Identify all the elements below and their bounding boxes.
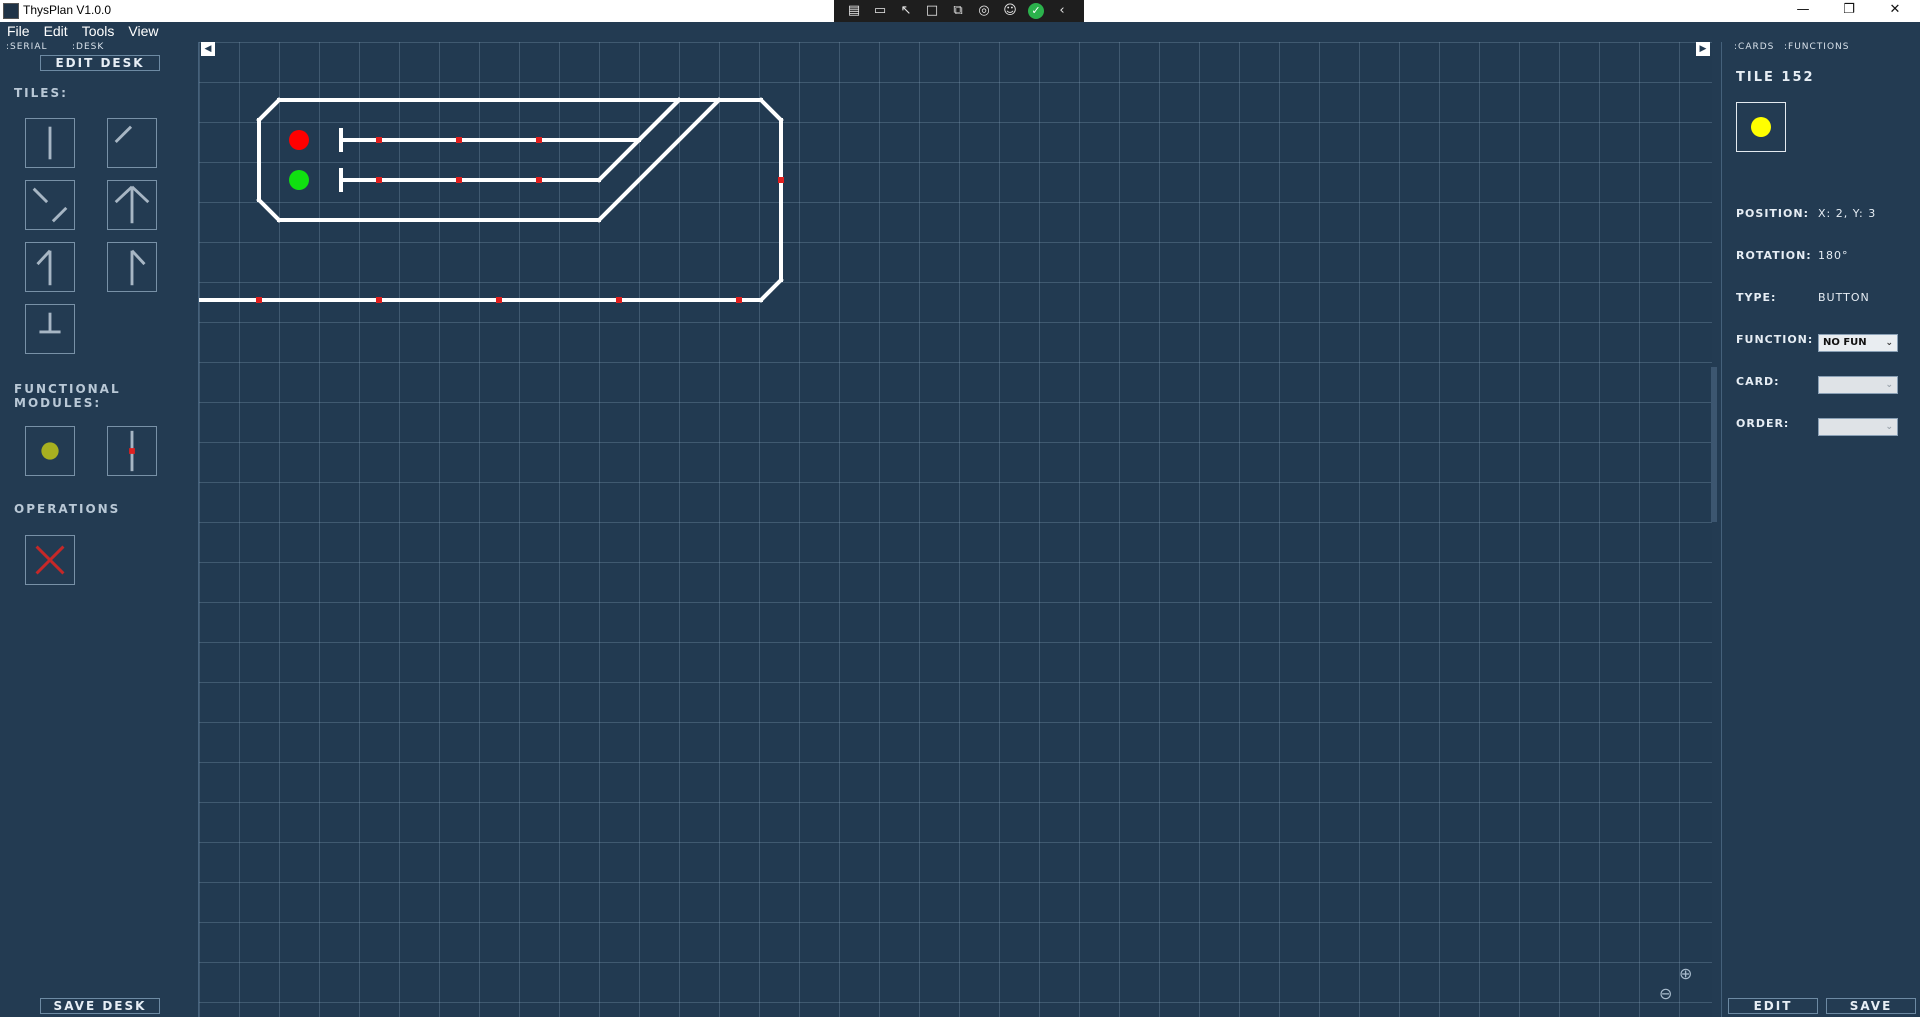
camera-icon[interactable]: ▭ [872, 3, 888, 19]
sensor[interactable] [456, 177, 462, 183]
tile-buffer[interactable] [25, 304, 75, 354]
tab-functions[interactable]: :FUNCTIONS [1784, 42, 1850, 52]
screen-icon[interactable]: ▤ [846, 3, 862, 19]
track-corner-br[interactable] [758, 277, 784, 303]
tile-diagonal-split[interactable] [25, 180, 75, 230]
window-title: ThysPlan V1.0.0 [23, 3, 112, 17]
module-sensor[interactable] [107, 426, 157, 476]
button-dot-icon [1751, 117, 1771, 137]
left-panel: :SERIAL :DESK EDIT DESK TILES: FUNCTIONA… [0, 42, 199, 1017]
restore-button[interactable]: ❐ [1826, 0, 1872, 22]
save-desk-button[interactable]: SAVE DESK [40, 998, 160, 1014]
order-select[interactable]: ⌄ [1818, 418, 1898, 436]
minimize-button[interactable]: — [1780, 0, 1826, 22]
frame-icon[interactable]: □ [924, 3, 940, 19]
save-button[interactable]: SAVE [1826, 998, 1916, 1014]
diagonal-split-icon [32, 187, 68, 223]
switch-left-icon [36, 249, 52, 286]
menu-bar: File Edit Tools View [0, 22, 1920, 42]
sensor[interactable] [736, 297, 742, 303]
sensor[interactable] [778, 177, 784, 183]
type-label: TYPE: [1736, 291, 1777, 304]
right-panel: :CARDS :FUNCTIONS TILE 152 POSITION: X: … [1721, 42, 1920, 1017]
broadcast-icon[interactable]: ◎ [976, 3, 992, 19]
buffer-stop-icon [39, 312, 61, 334]
track-corner-bl[interactable] [256, 197, 282, 223]
function-select[interactable]: NO FUN ⌄ [1818, 334, 1898, 352]
type-value: BUTTON [1818, 291, 1870, 304]
menu-file[interactable]: File [0, 22, 37, 42]
chevron-down-icon: ⌄ [1885, 338, 1893, 348]
function-label: FUNCTION: [1736, 333, 1814, 346]
close-button[interactable]: ✕ [1872, 0, 1918, 22]
capture-toolbar: ▤ ▭ ↖ □ ⧉ ◎ ☺ ✓ ‹ [834, 0, 1084, 22]
sensor[interactable] [616, 297, 622, 303]
collapse-icon[interactable]: ‹ [1054, 3, 1070, 19]
sensor[interactable] [536, 177, 542, 183]
sensor[interactable] [456, 137, 462, 143]
card-label: CARD: [1736, 375, 1780, 388]
track-corner-tl[interactable] [256, 97, 282, 123]
tile-title: TILE 152 [1736, 70, 1815, 85]
position-label: POSITION: [1736, 207, 1809, 220]
sensor[interactable] [376, 177, 382, 183]
delete-operation[interactable] [25, 535, 75, 585]
tab-serial[interactable]: :SERIAL [6, 42, 48, 52]
tile-diagonal-end[interactable] [107, 118, 157, 168]
tile-switch-right[interactable] [107, 242, 157, 292]
menu-tools[interactable]: Tools [75, 22, 122, 42]
collapse-left-icon[interactable]: ◀ [201, 42, 215, 56]
tile-preview [1736, 102, 1786, 152]
sensor-track-icon [129, 430, 135, 472]
tab-desk[interactable]: :DESK [72, 42, 104, 52]
sensor[interactable] [536, 137, 542, 143]
signal-red[interactable] [289, 130, 309, 150]
edit-button[interactable]: EDIT [1728, 998, 1818, 1014]
menu-view[interactable]: View [121, 22, 165, 42]
sensor[interactable] [376, 137, 382, 143]
rotation-label: ROTATION: [1736, 249, 1812, 262]
tile-switch-left[interactable] [25, 242, 75, 292]
straight-track-icon [48, 126, 52, 160]
button-dot-icon [41, 442, 59, 460]
menu-edit[interactable]: Edit [37, 22, 75, 42]
rotation-value: 180° [1818, 249, 1849, 262]
track-layout [199, 97, 784, 303]
check-icon[interactable]: ✓ [1028, 3, 1044, 19]
tiles-label: TILES: [14, 86, 68, 100]
collapse-right-icon[interactable]: ▶ [1696, 42, 1710, 56]
junction-icon [114, 185, 150, 224]
operations-label: OPERATIONS [14, 502, 121, 516]
cursor-icon[interactable]: ↖ [898, 3, 914, 19]
desk-canvas[interactable]: ◀ ▶ ⊕ ⊖ [199, 42, 1712, 1017]
chevron-down-icon: ⌄ [1885, 380, 1893, 390]
accessibility-icon[interactable]: ☺ [1002, 3, 1018, 19]
window-icon[interactable]: ⧉ [950, 3, 966, 19]
switch-right-icon [130, 249, 146, 286]
module-button[interactable] [25, 426, 75, 476]
card-select[interactable]: ⌄ [1818, 376, 1898, 394]
canvas-scrollbar[interactable] [1711, 367, 1717, 522]
order-label: ORDER: [1736, 417, 1790, 430]
position-value: X: 2, Y: 3 [1818, 207, 1877, 220]
zoom-in-icon[interactable]: ⊕ [1679, 964, 1692, 983]
title-bar: ThysPlan V1.0.0 ▤ ▭ ↖ □ ⧉ ◎ ☺ ✓ ‹ — ❐ ✕ [0, 0, 1920, 22]
sensor[interactable] [496, 297, 502, 303]
diagonal-end-icon [114, 125, 133, 144]
sensor[interactable] [376, 297, 382, 303]
chevron-down-icon: ⌄ [1885, 422, 1893, 432]
signal-green[interactable] [289, 170, 309, 190]
track-corner-tr[interactable] [758, 97, 784, 123]
functional-modules-label: FUNCTIONAL MODULES: [14, 382, 121, 410]
zoom-out-icon[interactable]: ⊖ [1659, 984, 1672, 1003]
delete-x-icon [35, 545, 65, 575]
tab-cards[interactable]: :CARDS [1734, 42, 1774, 52]
edit-desk-button[interactable]: EDIT DESK [40, 55, 160, 71]
tile-straight[interactable] [25, 118, 75, 168]
sensor[interactable] [256, 297, 262, 303]
app-icon [3, 3, 19, 19]
tile-junction[interactable] [107, 180, 157, 230]
